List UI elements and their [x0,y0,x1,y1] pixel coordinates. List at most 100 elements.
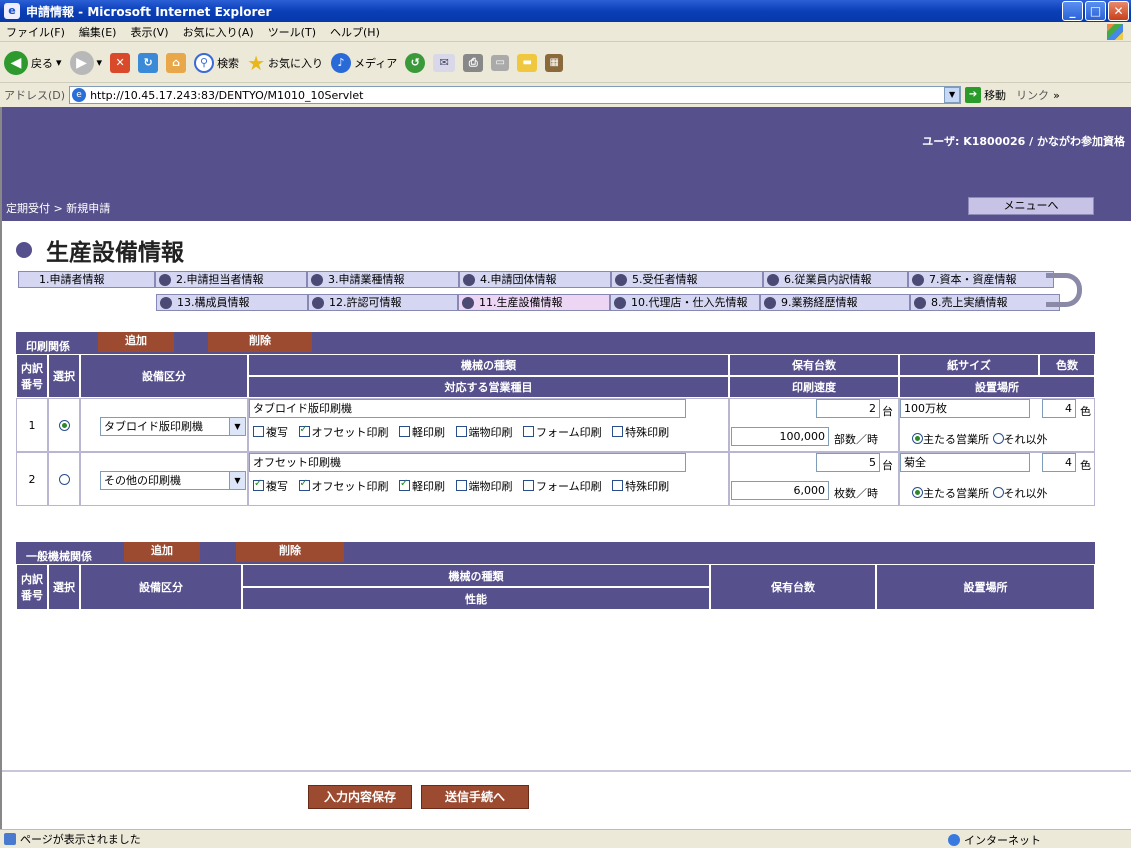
row1-colors-unit: 色 [1080,405,1091,418]
row1-colors-input[interactable]: 4 [1042,399,1076,418]
general-add-button[interactable]: 追加 [124,542,200,562]
tab-2[interactable]: 2.申請担当者情報 [155,271,307,288]
row2-speed-input[interactable]: 6,000 [731,481,829,500]
row2-category-select[interactable]: その他の印刷機 ▼ [100,471,246,490]
row1-check-special[interactable] [612,426,624,437]
tab-13[interactable]: 13.構成員情報 [156,294,308,311]
favorites-button[interactable]: ★ お気に入り [247,51,323,75]
row2-count-input[interactable]: 5 [816,453,880,472]
general-section: 一般機械関係 追加 削除 内訳番号 選択 設備区分 機械の種類 性能 保有台数 … [16,542,1095,632]
tab-1[interactable]: 1.申請者情報 [18,271,155,288]
row2-check-ephemera[interactable] [455,480,467,491]
general-section-label: 一般機械関係 [26,550,92,563]
menu-favorites[interactable]: お気に入り(A) [183,24,254,40]
col-header-count: 保有台数 [729,354,899,376]
menu-button[interactable]: メニューへ [968,197,1094,215]
tab-3[interactable]: 3.申請業種情報 [307,271,459,288]
row1-category-select[interactable]: タブロイド版印刷機 ▼ [100,417,246,436]
row1-check-group: 複写 オフセット印刷 軽印刷 端物印刷 フォーム印刷 特殊印刷 [253,424,669,440]
messenger-icon[interactable]: ▦ [545,53,564,72]
save-button[interactable]: 入力内容保存 [308,785,412,809]
row1-check-copy[interactable] [253,426,264,437]
search-button[interactable]: ⚲ 検索 [194,52,240,73]
row1-select-radio[interactable] [58,419,70,431]
row1-place-other-radio[interactable] [992,433,1004,444]
minimize-button[interactable]: _ [1062,1,1083,21]
col-header-no: 内訳番号 [16,354,48,398]
home-icon[interactable]: ⌂ [166,52,187,73]
row2-machine-input[interactable]: オフセット印刷機 [249,453,686,472]
folder-icon[interactable]: ▬ [517,53,538,72]
row2-select-radio[interactable] [58,473,70,485]
back-button[interactable]: ◀ 戻る ▾ [4,50,62,75]
menu-bar: ファイル(F) 編集(E) 表示(V) お気に入り(A) ツール(T) ヘルプ(… [0,22,1131,42]
check-label: 特殊印刷 [625,426,670,439]
menu-help[interactable]: ヘルプ(H) [330,24,380,40]
row2-place-other-radio[interactable] [992,487,1004,498]
print-section: 印刷関係 追加 削除 内訳番号 選択 設備区分 機械の種類 対応する営業種目 保… [16,332,1095,517]
row1-machine-input[interactable]: タブロイド版印刷機 [249,399,686,418]
row1-check-light[interactable] [399,426,410,437]
forward-button[interactable]: ▶ ▾ [69,50,102,75]
row1-check-form[interactable] [523,426,534,437]
tab-12[interactable]: 12.許認可情報 [308,294,458,311]
row2-check-special[interactable] [612,480,624,491]
row2-check-copy[interactable] [253,478,264,491]
row1-paper-input[interactable]: 100万枚 [900,399,1030,418]
tab-9[interactable]: 9.業務経歴情報 [760,294,910,311]
tab-label: 1.申請者情報 [39,273,105,286]
row2-colors-input[interactable]: 4 [1042,453,1076,472]
mail-icon[interactable]: ✉ [433,53,456,72]
check-label: 軽印刷 [412,426,445,439]
media-button[interactable]: ♪ メディア [331,52,398,73]
menu-tools[interactable]: ツール(T) [268,24,316,40]
window-title: 申請情報 - Microsoft Internet Explorer [26,4,272,19]
tab-label: 10.代理店・仕入先情報 [631,296,748,309]
tab-8[interactable]: 8.売上実績情報 [910,294,1060,311]
tab-7[interactable]: 7.資本・資産情報 [908,271,1054,288]
tab-11-active[interactable]: 11.生産設備情報 [458,294,610,311]
row1-place-main-radio[interactable] [912,433,923,444]
go-button[interactable]: ➔ 移動 [965,87,1006,103]
close-button[interactable]: ✕ [1108,1,1129,21]
menu-file[interactable]: ファイル(F) [6,24,65,40]
print-delete-button[interactable]: 削除 [208,332,312,352]
row1-check-ephemera[interactable] [455,426,467,437]
tab-10[interactable]: 10.代理店・仕入先情報 [610,294,760,311]
page-title: 生産設備情報 [16,233,184,267]
row2-check-offset[interactable] [298,478,310,491]
maximize-button[interactable]: □ [1085,1,1106,21]
row1-check-offset[interactable] [298,424,310,437]
tab-6[interactable]: 6.従業員内訳情報 [763,271,908,288]
menu-edit[interactable]: 編集(E) [79,24,117,40]
row2-check-light[interactable] [399,478,410,491]
row2-paper-input[interactable]: 菊全 [900,453,1030,472]
menu-view[interactable]: 表示(V) [130,24,168,40]
print-add-button[interactable]: 追加 [98,332,174,352]
col-header-machine-type: 機械の種類 [248,354,729,376]
col-header-no: 内訳番号 [16,564,48,610]
row1-speed-input[interactable]: 100,000 [731,427,829,446]
back-label: 戻る [31,56,53,70]
general-delete-button[interactable]: 削除 [236,542,344,562]
edit-icon[interactable]: ▭ [491,54,510,71]
search-label: 検索 [217,56,240,70]
send-button[interactable]: 送信手続へ [421,785,529,809]
arrow-left-icon [462,297,474,309]
dropdown-arrow-icon[interactable]: ▼ [944,87,961,103]
row2-place-main-radio[interactable] [912,487,923,498]
chevron-icon[interactable]: » [1053,89,1060,102]
address-input[interactable]: e http://10.45.17.243:83/DENTYO/M1010_10… [69,86,962,104]
media-label: メディア [354,56,398,70]
stop-icon[interactable]: ✕ [110,52,131,73]
col-header-colors: 色数 [1039,354,1095,376]
print-icon[interactable]: ⎙ [463,53,484,72]
forward-arrow-icon: ▶ [69,50,94,75]
links-label[interactable]: リンク [1016,87,1049,103]
tab-4[interactable]: 4.申請団体情報 [459,271,611,288]
row2-check-form[interactable] [523,480,534,491]
tab-5[interactable]: 5.受任者情報 [611,271,763,288]
row1-count-input[interactable]: 2 [816,399,880,418]
refresh-icon[interactable]: ↻ [138,52,159,73]
history-icon[interactable]: ↺ [405,52,426,73]
